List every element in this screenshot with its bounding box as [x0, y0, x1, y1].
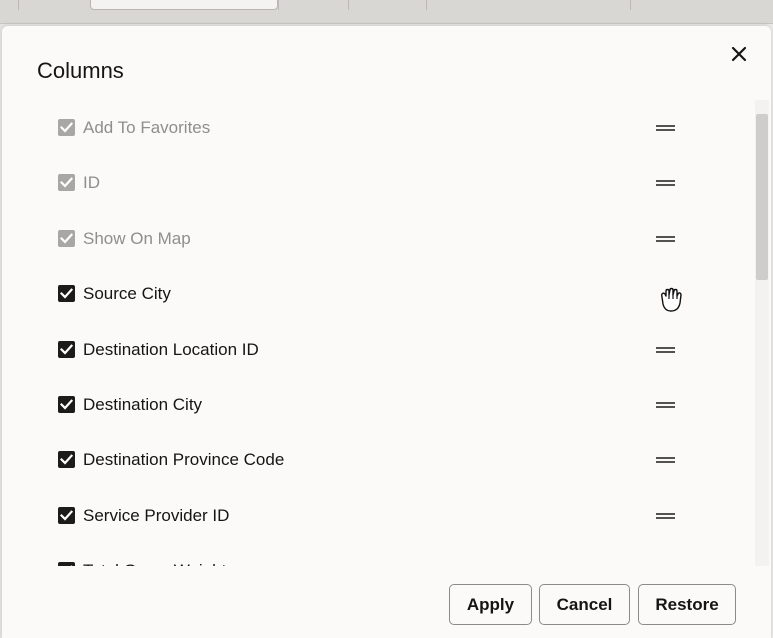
column-row[interactable]: Total Gross Weight	[2, 550, 742, 566]
column-checkbox[interactable]	[58, 340, 75, 358]
column-row[interactable]: Destination City	[2, 384, 742, 424]
column-label: Total Gross Weight	[83, 561, 226, 566]
column-row[interactable]: Destination Province Code	[2, 439, 742, 479]
grab-hand-cursor-icon	[655, 284, 685, 314]
toolbar-separator	[630, 0, 631, 10]
background-toolbar	[0, 0, 773, 24]
column-checkbox	[58, 119, 75, 136]
column-label: Source City	[83, 284, 171, 304]
column-row[interactable]: Service Provider ID	[2, 495, 742, 535]
checkmark-icon	[60, 288, 73, 299]
checkmark-icon	[60, 343, 73, 355]
drag-handle-icon[interactable]	[656, 235, 675, 242]
column-checkbox[interactable]	[58, 451, 75, 469]
toolbar-separator	[278, 0, 279, 10]
scrollbar[interactable]	[755, 100, 769, 566]
column-checkbox	[58, 174, 75, 192]
drag-handle-icon[interactable]	[656, 457, 675, 464]
background-input	[90, 0, 278, 10]
drag-handle-icon[interactable]	[656, 346, 675, 353]
scrollbar-thumb[interactable]	[756, 114, 768, 280]
toolbar-separator	[348, 0, 349, 10]
apply-button[interactable]: Apply	[449, 584, 532, 625]
drag-handle-icon[interactable]	[656, 125, 675, 131]
close-button[interactable]	[725, 40, 753, 68]
columns-list[interactable]: Add To Favorites ID Show On Map Source City…	[2, 100, 771, 566]
column-label: Service Provider ID	[83, 505, 230, 525]
column-row[interactable]: Show On Map	[2, 218, 742, 258]
column-row[interactable]: Destination Location ID	[2, 329, 742, 369]
checkmark-icon	[60, 233, 73, 244]
checkmark-icon	[60, 399, 73, 410]
column-checkbox	[58, 229, 75, 247]
close-icon	[731, 46, 747, 62]
column-checkbox[interactable]	[58, 562, 75, 566]
drag-handle-icon[interactable]	[656, 402, 675, 408]
drag-handle-icon[interactable]	[656, 180, 675, 187]
checkmark-icon	[70, 565, 73, 566]
column-label: Show On Map	[83, 228, 191, 248]
checkmark-icon	[60, 177, 73, 188]
column-row[interactable]: Add To Favorites	[2, 107, 742, 147]
dialog-title: Columns	[37, 58, 124, 83]
column-checkbox[interactable]	[58, 285, 75, 303]
toolbar-separator	[18, 0, 19, 10]
column-label: ID	[83, 173, 100, 193]
checkmark-icon	[60, 510, 73, 521]
column-label: Add To Favorites	[83, 118, 211, 137]
columns-dialog: Columns Add To Favorites ID Show On Map Sou…	[2, 26, 771, 638]
restore-button[interactable]: Restore	[638, 584, 736, 625]
checkmark-icon	[60, 122, 73, 133]
drag-handle-icon[interactable]	[656, 512, 675, 519]
cancel-button[interactable]: Cancel	[539, 584, 630, 625]
toolbar-separator	[426, 0, 427, 10]
column-row[interactable]: Source City	[2, 273, 742, 313]
column-checkbox[interactable]	[58, 506, 75, 524]
column-label: Destination Province Code	[83, 450, 285, 470]
column-label: Destination City	[83, 395, 203, 414]
column-label: Destination Location ID	[83, 339, 259, 359]
column-row[interactable]: ID	[2, 162, 742, 202]
column-checkbox[interactable]	[58, 396, 75, 413]
checkmark-icon	[60, 454, 73, 465]
